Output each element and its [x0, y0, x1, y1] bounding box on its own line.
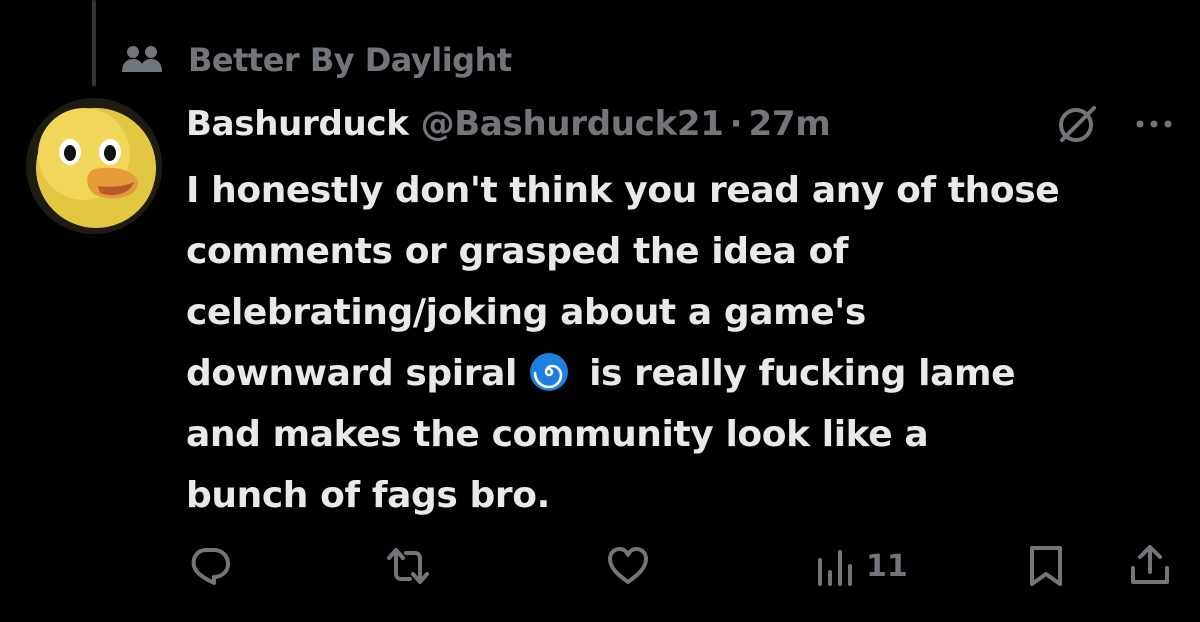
views-count: 11 — [866, 548, 908, 584]
community-name[interactable]: Better By Daylight — [188, 41, 512, 79]
share-icon — [1131, 545, 1169, 584]
post-header: Bashurduck @Bashurduck21 · 27m — [186, 96, 1176, 152]
post-text-line: and makes the community look like a — [186, 414, 929, 455]
post-text-line: comments or grasped the idea of — [186, 231, 849, 272]
reply-button[interactable] — [188, 536, 232, 596]
display-name[interactable]: Bashurduck — [186, 104, 409, 144]
post-text: I honestly don't think you read any of t… — [186, 160, 1176, 526]
community-icon — [120, 42, 164, 78]
bookmark-button[interactable] — [1026, 536, 1066, 596]
post-text-line: is really fucking lame — [589, 353, 1016, 394]
more-icon[interactable] — [1132, 102, 1176, 146]
bookmark-icon — [1030, 546, 1062, 586]
post-time[interactable]: 27m — [749, 104, 831, 144]
grok-icon[interactable] — [1052, 100, 1100, 148]
post-text-line: I honestly don't think you read any of t… — [186, 170, 1060, 211]
community-context[interactable]: Better By Daylight — [120, 40, 512, 80]
reply-icon — [191, 548, 230, 585]
repost-icon — [387, 548, 429, 584]
thread-line — [92, 0, 96, 86]
separator-dot: · — [729, 104, 743, 144]
duck-avatar — [26, 98, 162, 234]
action-bar: 11 — [186, 536, 1176, 596]
post-text-line: bunch of fags bro. — [186, 475, 550, 516]
post-text-line: celebrating/joking about a game's — [186, 292, 866, 333]
like-button[interactable] — [606, 536, 650, 596]
views-icon — [818, 550, 852, 586]
views-button[interactable]: 11 — [816, 536, 908, 596]
cyclone-emoji — [527, 350, 571, 394]
share-button[interactable] — [1128, 536, 1172, 596]
post-text-line: downward spiral — [186, 353, 517, 394]
like-icon — [608, 547, 648, 584]
avatar[interactable] — [26, 98, 162, 234]
user-handle[interactable]: @Bashurduck21 — [421, 104, 724, 144]
repost-button[interactable] — [386, 536, 430, 596]
